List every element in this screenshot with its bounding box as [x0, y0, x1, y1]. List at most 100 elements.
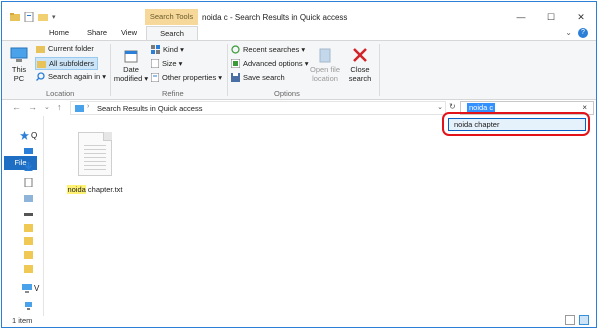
open-file-location-icon — [319, 48, 331, 63]
nav-item-quick-access[interactable]: Q — [20, 131, 37, 140]
current-folder-button[interactable]: Current folder — [36, 44, 94, 53]
address-bar[interactable]: › Search Results in Quick access ⌄ — [70, 101, 446, 115]
ribbon-controls: ⌄ ? — [565, 28, 588, 38]
maximize-button[interactable]: ☐ — [542, 10, 560, 24]
this-pc-label: This PC — [11, 65, 27, 83]
item-count: 1 item — [12, 316, 33, 325]
tab-view[interactable]: View — [116, 26, 142, 40]
folder-icon[interactable] — [10, 12, 20, 22]
folder-icon[interactable] — [24, 264, 33, 273]
kind-button[interactable]: Kind ▾ — [151, 45, 184, 54]
desktop-icon[interactable] — [24, 147, 33, 156]
up-arrow-icon[interactable]: ↑ — [57, 102, 62, 112]
advanced-options-icon — [231, 59, 240, 68]
properties-icon[interactable] — [24, 12, 34, 22]
close-search-button[interactable]: Close search — [345, 47, 375, 83]
search-results-icon — [75, 105, 84, 112]
navigation-pane: Q V — [2, 116, 44, 316]
size-icon — [151, 59, 159, 68]
details-view-icon[interactable] — [565, 315, 575, 325]
help-icon[interactable]: ? — [578, 28, 588, 38]
minimize-button[interactable]: — — [512, 10, 530, 24]
ribbon-separator — [379, 44, 380, 96]
save-icon — [231, 73, 240, 82]
other-properties-label: Other properties ▾ — [162, 73, 223, 82]
tab-search[interactable]: Search — [146, 26, 198, 40]
kind-label: Kind ▾ — [163, 45, 184, 54]
size-button[interactable]: Size ▾ — [151, 59, 182, 68]
refine-group-label: Refine — [162, 89, 184, 98]
file-name: noida chapter.txt — [62, 185, 128, 194]
ribbon: This PC Current folder All subfolders Se… — [2, 40, 596, 100]
other-properties-button[interactable]: Other properties ▾ — [151, 73, 222, 82]
new-folder-icon[interactable] — [38, 12, 48, 22]
folder-icon[interactable] — [24, 250, 33, 259]
large-icons-view-icon[interactable] — [579, 315, 589, 325]
close-button[interactable]: ✕ — [572, 10, 590, 24]
tab-share[interactable]: Share — [82, 26, 112, 40]
recent-searches-button[interactable]: Recent searches ▾ — [231, 45, 305, 54]
breadcrumb-chevron-icon: › — [87, 103, 90, 110]
nav-item-this-pc[interactable]: V — [22, 284, 39, 293]
quick-access-toolbar: ▾ — [10, 12, 56, 22]
ribbon-tabs: File Home Share View Search ⌄ ? — [2, 26, 596, 170]
calendar-icon — [124, 50, 138, 63]
computer-icon — [10, 47, 28, 62]
advanced-options-label: Advanced options ▾ — [243, 59, 309, 68]
downloads-icon[interactable] — [24, 162, 33, 171]
save-search-button[interactable]: Save search — [231, 73, 285, 82]
customize-toolbar-icon[interactable]: ▾ — [52, 13, 56, 21]
tab-home[interactable]: Home — [44, 26, 74, 40]
status-bar: 1 item — [2, 314, 596, 327]
open-file-location-button[interactable]: Open file location — [308, 47, 342, 83]
close-search-icon — [353, 48, 367, 62]
pictures-icon[interactable] — [24, 194, 33, 203]
search-icon — [36, 72, 45, 81]
forward-arrow-icon[interactable]: → — [28, 102, 37, 112]
current-folder-label: Current folder — [48, 44, 94, 53]
ribbon-separator — [227, 44, 228, 96]
network-icon[interactable] — [24, 301, 33, 310]
collapse-ribbon-icon[interactable]: ⌄ — [565, 28, 572, 38]
address-path: Search Results in Quick access — [97, 104, 203, 113]
recent-searches-icon — [231, 45, 240, 54]
close-search-label: Close search — [348, 65, 372, 83]
search-tools-context-tab: Search Tools — [145, 9, 198, 25]
window-title: noida c - Search Results in Quick access — [202, 13, 348, 22]
file-name-match: noida — [67, 185, 86, 194]
date-modified-label: Date modified ▾ — [113, 65, 149, 83]
documents-icon[interactable] — [24, 178, 33, 187]
clear-search-icon[interactable]: × — [582, 103, 587, 112]
recent-locations-icon[interactable]: ⌄ — [44, 103, 50, 111]
folder-icon[interactable] — [24, 223, 33, 232]
drive-icon[interactable] — [24, 210, 33, 219]
search-again-button[interactable]: Search again in ▾ — [36, 72, 106, 81]
ribbon-separator — [110, 44, 111, 96]
date-modified-button[interactable]: Date modified ▾ — [112, 49, 150, 83]
this-pc-button[interactable]: This PC — [8, 47, 30, 83]
folder-icon — [36, 45, 45, 53]
text-file-icon — [78, 132, 112, 176]
explorer-window: ▾ Search Tools noida c - Search Results … — [1, 1, 597, 328]
all-subfolders-button[interactable]: All subfolders — [35, 57, 99, 70]
kind-icon — [151, 45, 160, 54]
file-item[interactable]: noida chapter.txt — [62, 132, 128, 194]
back-arrow-icon[interactable]: ← — [12, 102, 21, 112]
address-dropdown-icon[interactable]: ⌄ — [437, 103, 443, 111]
folder-icon[interactable] — [24, 236, 33, 245]
options-group-label: Options — [274, 89, 300, 98]
file-name-rest: chapter.txt — [85, 185, 123, 194]
advanced-options-button[interactable]: Advanced options ▾ — [231, 59, 308, 68]
location-group-label: Location — [46, 89, 75, 98]
properties-icon — [151, 73, 159, 82]
save-search-label: Save search — [243, 73, 285, 82]
this-pc-nav-label: V — [34, 284, 40, 293]
open-file-location-label: Open file location — [309, 65, 341, 83]
folder-icon — [37, 60, 46, 68]
size-label: Size ▾ — [162, 59, 183, 68]
refresh-icon[interactable]: ↻ — [449, 102, 456, 111]
computer-icon — [22, 284, 32, 293]
star-icon — [20, 131, 29, 140]
recent-searches-label: Recent searches ▾ — [243, 45, 306, 54]
search-query: noida c — [467, 103, 496, 112]
